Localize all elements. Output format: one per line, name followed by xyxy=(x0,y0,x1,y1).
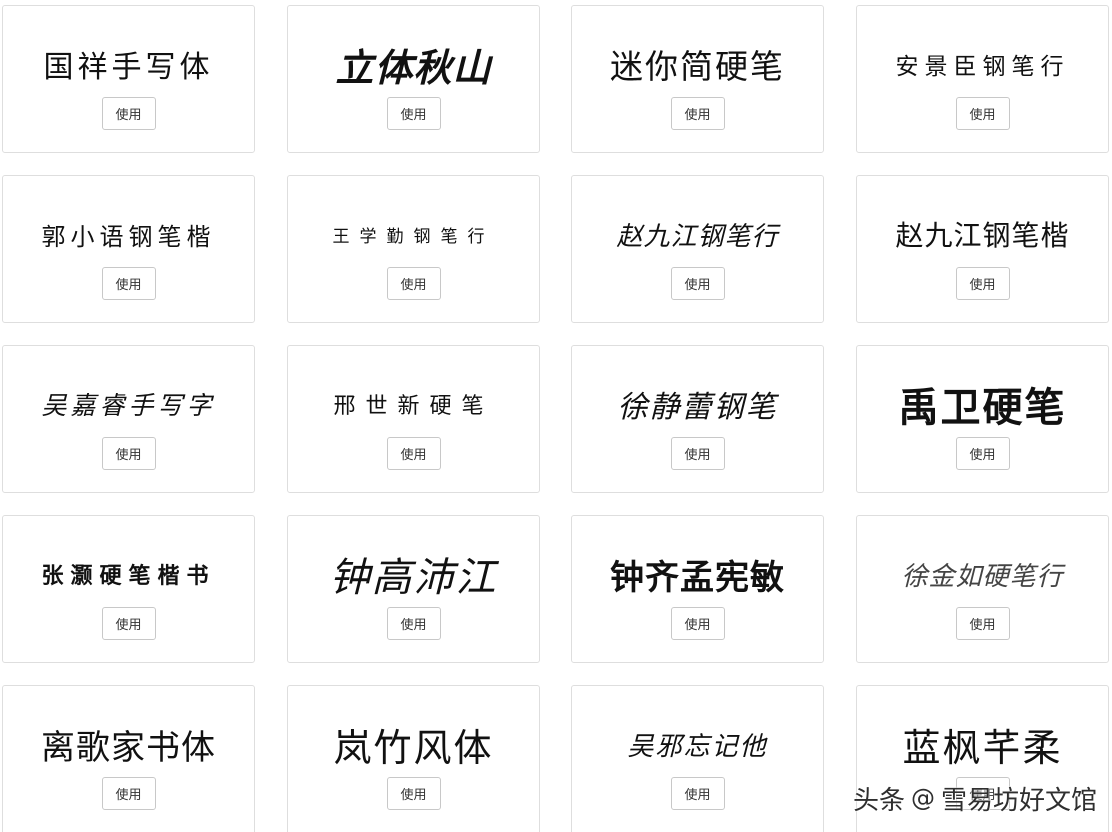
use-font-button[interactable]: 使用 xyxy=(955,607,1010,640)
font-card: 国祥手写体 使用 xyxy=(2,5,255,153)
font-sample: 郭小语钢笔楷 xyxy=(41,222,216,251)
font-sample: 禹卫硬笔 xyxy=(898,384,1067,430)
font-sample: 王学勤钢笔行 xyxy=(332,226,495,247)
font-sample: 吴嘉睿手写字 xyxy=(41,391,216,420)
font-sample: 赵九江钢笔行 xyxy=(616,221,779,252)
use-font-button[interactable]: 使用 xyxy=(670,267,725,300)
font-sample: 徐金如硬笔行 xyxy=(901,561,1064,592)
font-sample: 钟高沛江 xyxy=(329,555,498,600)
font-card: 徐金如硬笔行 使用 xyxy=(856,515,1109,663)
font-sample: 离歌家书体 xyxy=(41,727,216,768)
font-card: 赵九江钢笔行 使用 xyxy=(571,175,824,323)
watermark-brand: 头条 xyxy=(853,785,906,816)
font-card: 禹卫硬笔 使用 xyxy=(856,345,1109,493)
use-font-button[interactable]: 使用 xyxy=(386,777,441,810)
font-picker-page: 国祥手写体 使用 立体秋山 使用 迷你简硬笔 使用 安景臣钢笔行 使用 郭小语钢… xyxy=(0,0,1112,832)
font-card: 赵九江钢笔楷 使用 xyxy=(856,175,1109,323)
use-font-button[interactable]: 使用 xyxy=(101,607,156,640)
use-font-button[interactable]: 使用 xyxy=(670,607,725,640)
font-card: 张灏硬笔楷书 使用 xyxy=(2,515,255,663)
font-card: 安景臣钢笔行 使用 xyxy=(856,5,1109,153)
watermark-author: 雪易坊好文馆 xyxy=(941,785,1098,816)
use-font-button[interactable]: 使用 xyxy=(955,437,1010,470)
use-font-button[interactable]: 使用 xyxy=(386,267,441,300)
use-font-button[interactable]: 使用 xyxy=(386,437,441,470)
use-font-button[interactable]: 使用 xyxy=(670,777,725,810)
font-card: 邢世新硬笔 使用 xyxy=(287,345,540,493)
font-sample: 吴邪忘记他 xyxy=(627,731,768,762)
font-card: 岚竹风体 使用 xyxy=(287,685,540,832)
use-font-button[interactable]: 使用 xyxy=(386,607,441,640)
font-sample: 国祥手写体 xyxy=(43,50,214,85)
use-font-button[interactable]: 使用 xyxy=(386,97,441,130)
use-font-button[interactable]: 使用 xyxy=(101,777,156,810)
font-sample: 立体秋山 xyxy=(335,44,492,90)
font-sample: 赵九江钢笔楷 xyxy=(895,219,1070,252)
font-grid: 国祥手写体 使用 立体秋山 使用 迷你简硬笔 使用 安景臣钢笔行 使用 郭小语钢… xyxy=(0,0,1112,832)
font-card: 离歌家书体 使用 xyxy=(2,685,255,832)
font-card: 立体秋山 使用 xyxy=(287,5,540,153)
watermark-at: @ xyxy=(911,784,936,812)
use-font-button[interactable]: 使用 xyxy=(101,97,156,130)
watermark: 头条 @ 雪易坊好文馆 xyxy=(853,778,1097,818)
font-card: 吴邪忘记他 使用 xyxy=(571,685,824,832)
font-card: 钟高沛江 使用 xyxy=(287,515,540,663)
font-sample: 蓝枫芊柔 xyxy=(902,725,1063,770)
font-sample: 徐静蕾钢笔 xyxy=(617,390,778,425)
font-sample: 安景臣钢笔行 xyxy=(895,54,1070,80)
font-card: 郭小语钢笔楷 使用 xyxy=(2,175,255,323)
font-sample: 邢世新硬笔 xyxy=(333,394,494,419)
use-font-button[interactable]: 使用 xyxy=(101,437,156,470)
font-sample: 岚竹风体 xyxy=(333,725,494,770)
use-font-button[interactable]: 使用 xyxy=(955,267,1010,300)
font-sample: 张灏硬笔楷书 xyxy=(41,563,216,589)
font-card: 王学勤钢笔行 使用 xyxy=(287,175,540,323)
font-sample: 钟齐孟宪敏 xyxy=(610,557,785,598)
font-card: 徐静蕾钢笔 使用 xyxy=(571,345,824,493)
use-font-button[interactable]: 使用 xyxy=(955,97,1010,130)
use-font-button[interactable]: 使用 xyxy=(101,267,156,300)
font-card: 吴嘉睿手写字 使用 xyxy=(2,345,255,493)
font-sample: 迷你简硬笔 xyxy=(610,47,785,86)
font-card: 钟齐孟宪敏 使用 xyxy=(571,515,824,663)
use-font-button[interactable]: 使用 xyxy=(670,97,725,130)
use-font-button[interactable]: 使用 xyxy=(670,437,725,470)
font-card: 迷你简硬笔 使用 xyxy=(571,5,824,153)
